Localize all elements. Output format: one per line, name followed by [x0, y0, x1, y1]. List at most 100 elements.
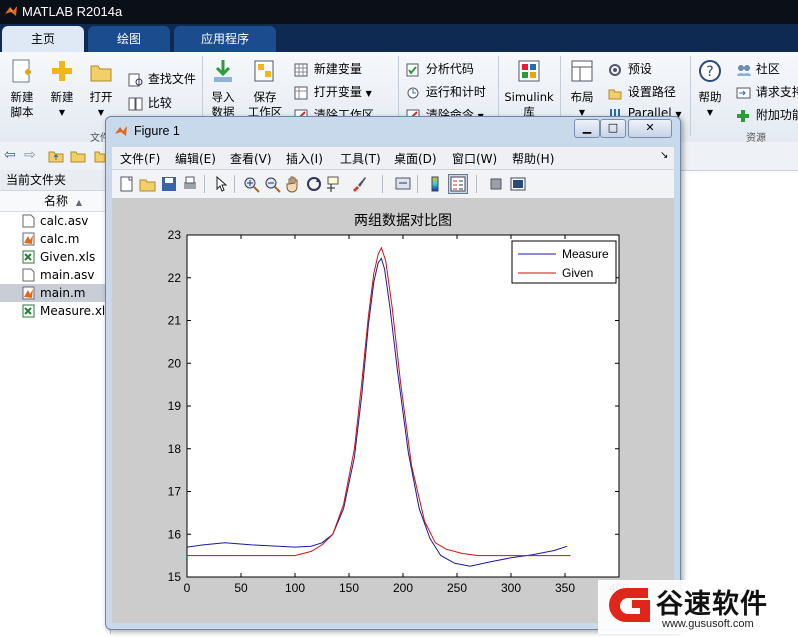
m-file-icon: [22, 286, 35, 300]
name-column-header[interactable]: 名称 ▲: [0, 191, 110, 212]
plot-area: [186, 234, 620, 578]
legend-button[interactable]: [448, 174, 468, 194]
set-path-icon: [608, 89, 622, 99]
legend-label: Given: [562, 266, 593, 280]
menu-edit[interactable]: 编辑(E): [175, 150, 216, 167]
menu-help[interactable]: 帮助(H): [512, 150, 554, 167]
toolbar-separator: [476, 175, 477, 193]
print-button[interactable]: [181, 175, 199, 193]
menu-insert[interactable]: 插入(I): [286, 150, 323, 167]
save-workspace-button[interactable]: 保存 工作区: [246, 58, 284, 120]
hide-plot-tools-button[interactable]: [487, 175, 505, 193]
zoom-out-button[interactable]: [263, 175, 281, 193]
add-ons-button[interactable]: 附加功能: [736, 106, 798, 123]
tab-apps[interactable]: 应用程序: [174, 26, 276, 52]
colorbar-button[interactable]: [426, 175, 444, 193]
zoom-in-button[interactable]: [242, 175, 260, 193]
simulink-library-button[interactable]: Simulink 库: [504, 58, 554, 120]
file-list-item[interactable]: Measure.xl: [0, 302, 110, 320]
rotate-button[interactable]: [305, 175, 323, 193]
community-label: 社区: [755, 62, 780, 76]
set-path-button[interactable]: 设置路径: [608, 83, 676, 100]
tab-home[interactable]: 主页: [2, 26, 84, 52]
tab-plots[interactable]: 绘图: [88, 26, 170, 52]
new-script-button[interactable]: 新建 脚本: [4, 58, 40, 120]
compare-button[interactable]: 比较: [128, 94, 172, 111]
show-plot-tools-button[interactable]: [509, 175, 527, 193]
compare-label: 比较: [147, 96, 172, 110]
file-name: main.m: [40, 286, 86, 300]
maximize-button[interactable]: □: [600, 119, 626, 138]
set-path-label: 设置路径: [627, 85, 676, 99]
browse-folder-icon[interactable]: [70, 149, 86, 163]
y-tick-label: 18: [168, 442, 182, 456]
new-plus-icon: [52, 61, 72, 81]
current-folder-title: 当前文件夹: [0, 170, 110, 191]
back-arrow-icon[interactable]: ⇦: [4, 147, 16, 163]
new-variable-button[interactable]: 新建变量: [294, 60, 362, 77]
preferences-button[interactable]: 预设: [608, 60, 652, 77]
file-list-item[interactable]: calc.m: [0, 230, 110, 248]
open-variable-button[interactable]: 打开变量 ▼: [294, 83, 372, 100]
preferences-label: 预设: [627, 62, 652, 76]
new-figure-button[interactable]: [118, 175, 136, 193]
pan-button[interactable]: [284, 175, 302, 193]
menu-desktop[interactable]: 桌面(D): [394, 150, 437, 167]
pointer-icon: [216, 175, 228, 192]
request-support-link[interactable]: 请求支持: [736, 83, 798, 100]
brush-button[interactable]: [350, 175, 368, 193]
save-button[interactable]: [160, 175, 178, 193]
data-cursor-button[interactable]: [326, 175, 344, 193]
file-name: Measure.xl: [40, 304, 106, 318]
x-tick-label: 300: [501, 581, 521, 595]
layout-label: 布局: [570, 90, 594, 104]
new-script-icon: [12, 59, 31, 83]
pointer-button[interactable]: [212, 175, 230, 193]
y-tick-label: 21: [168, 314, 182, 328]
minimize-button[interactable]: ▁: [574, 119, 600, 138]
layout-button[interactable]: 布局 ▼: [566, 58, 598, 120]
up-folder-icon[interactable]: [48, 149, 64, 163]
file-list: calc.asv calc.m Given.xls main.asv main.m Mea…: [0, 212, 110, 320]
file-list-item[interactable]: Given.xls: [0, 248, 110, 266]
open-button[interactable]: 打开 ▼: [84, 58, 118, 120]
help-button[interactable]: ? 帮助 ▼: [694, 58, 726, 120]
y-tick-label: 22: [168, 271, 182, 285]
analyze-code-button[interactable]: 分析代码: [406, 60, 474, 77]
file-list-item[interactable]: main.m: [0, 284, 110, 302]
x-tick-label: 200: [393, 581, 413, 595]
forward-arrow-icon[interactable]: ⇨: [24, 147, 36, 163]
m-file-icon: [22, 232, 35, 246]
file-list-item[interactable]: main.asv: [0, 266, 110, 284]
run-and-time-button[interactable]: 运行和计时: [406, 83, 486, 100]
svg-text:?: ?: [706, 64, 713, 80]
watermark-brand: 谷速软件: [656, 589, 768, 620]
open-variable-label: 打开变量: [313, 85, 362, 99]
find-files-button[interactable]: 查找文件: [128, 70, 196, 87]
community-link[interactable]: 社区: [736, 60, 780, 77]
menu-file[interactable]: 文件(F): [120, 150, 160, 167]
new-button[interactable]: 新建 ▼: [46, 58, 78, 120]
menu-tools[interactable]: 工具(T): [340, 150, 381, 167]
import-data-button[interactable]: 导入 数据: [208, 58, 238, 120]
run-and-time-label: 运行和计时: [425, 85, 486, 99]
close-button[interactable]: ✕: [628, 119, 672, 138]
figure-menubar: 文件(F) 编辑(E) 查看(V) 插入(I) 工具(T) 桌面(D) 窗口(W…: [112, 147, 674, 170]
legend-label: Measure: [562, 247, 609, 261]
find-files-label: 查找文件: [147, 72, 196, 86]
menubar-overflow-icon[interactable]: ↘: [660, 150, 668, 161]
analyze-code-icon: [406, 63, 419, 76]
file-name: calc.m: [40, 232, 80, 246]
open-file-button[interactable]: [139, 175, 157, 193]
toolbar-separator: [204, 175, 205, 193]
figure-matlab-icon: [115, 126, 127, 136]
file-list-item[interactable]: calc.asv: [0, 212, 110, 230]
y-tick-label: 16: [168, 527, 182, 541]
link-button[interactable]: [394, 175, 412, 193]
x-tick-label: 0: [184, 581, 191, 595]
figure-toolbar: [112, 170, 674, 199]
menu-window[interactable]: 窗口(W): [452, 150, 497, 167]
menu-view[interactable]: 查看(V): [230, 150, 272, 167]
import-data-icon: [214, 60, 232, 82]
zoom-in-icon: [244, 177, 260, 193]
